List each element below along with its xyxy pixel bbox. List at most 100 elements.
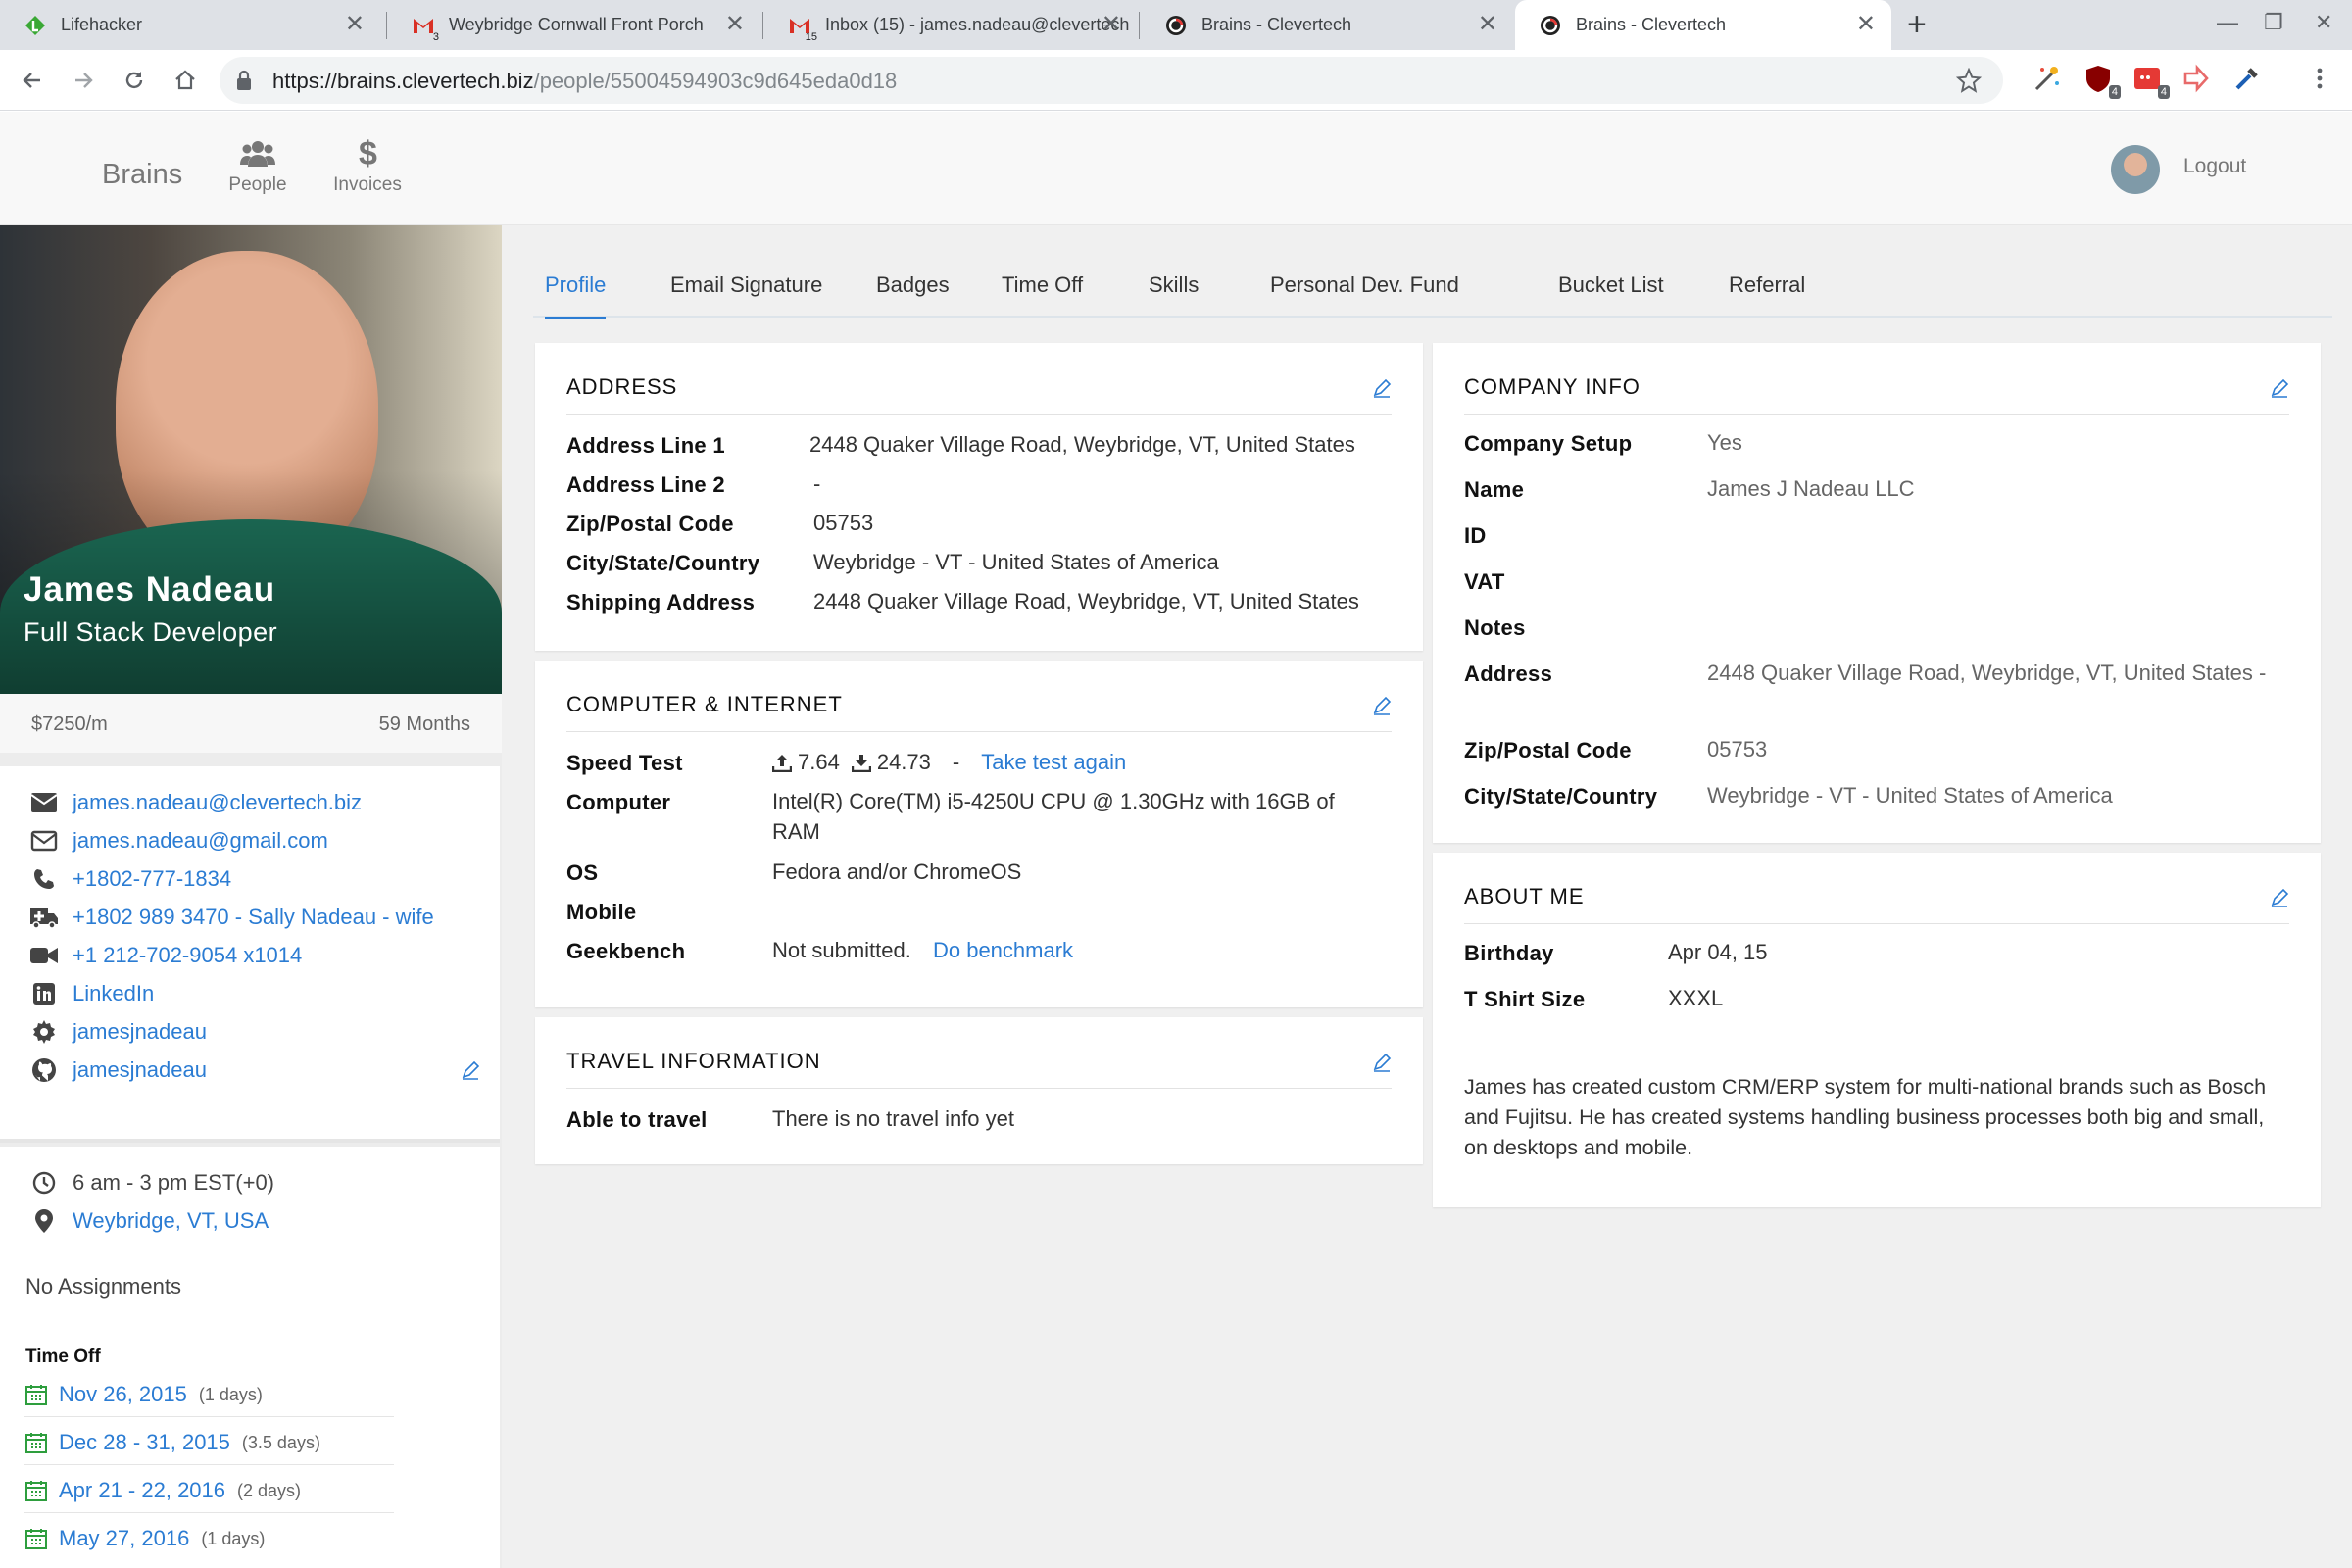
tenure: 59 Months — [378, 713, 470, 735]
retest-link[interactable]: Take test again — [981, 747, 1126, 777]
nav-people[interactable]: People — [204, 133, 312, 196]
contact-email-work[interactable]: james.nadeau@clevertech.biz — [29, 788, 362, 817]
tab-email-signature[interactable]: Email Signature — [670, 272, 822, 298]
edit-computer-icon[interactable] — [1372, 696, 1392, 715]
extension-red-badge-icon[interactable]: 4 — [2132, 64, 2170, 99]
clevertech-icon — [1164, 14, 1188, 37]
browser-tab-lifehacker[interactable]: Lifehacker ✕ — [0, 0, 380, 50]
eyedropper-icon[interactable] — [2232, 64, 2264, 95]
back-button[interactable] — [16, 64, 49, 97]
ambulance-icon — [29, 906, 59, 929]
edit-company-icon[interactable] — [2270, 378, 2289, 398]
location-link[interactable]: Weybridge, VT, USA — [29, 1206, 269, 1236]
tab-skills[interactable]: Skills — [1149, 272, 1199, 298]
main-content: Profile Email Signature Badges Time Off … — [502, 225, 2352, 1568]
edit-address-icon[interactable] — [1372, 378, 1392, 398]
field-label: T Shirt Size — [1464, 987, 1586, 1011]
field-label: Address Line 2 — [566, 472, 725, 497]
field-value: Apr 04, 15 — [1668, 940, 1768, 964]
field-value: Yes — [1707, 430, 1742, 455]
browser-tab-brains[interactable]: Brains - Clevertech ✕ — [1141, 0, 1513, 50]
field-value: - — [813, 471, 821, 496]
divider — [24, 1512, 394, 1513]
tab-personal-dev-fund[interactable]: Personal Dev. Fund — [1270, 272, 1459, 298]
geekbench-values: Not submitted. Do benchmark — [772, 938, 1074, 962]
brand-link[interactable]: Brains — [102, 159, 182, 191]
window-close-button[interactable]: ✕ — [2315, 10, 2332, 35]
nav-invoices[interactable]: $ Invoices — [314, 133, 421, 196]
reload-icon — [125, 72, 143, 89]
time-off-entry[interactable]: May 27, 2016 (1 days) — [25, 1524, 265, 1553]
forward-button[interactable] — [67, 64, 100, 97]
home-button[interactable] — [169, 64, 202, 97]
field-label: VAT — [1464, 569, 1505, 594]
about-title: ABOUT ME — [1464, 884, 1585, 908]
tab-time-off[interactable]: Time Off — [1002, 272, 1083, 298]
contact-emergency[interactable]: +1802 989 3470 - Sally Nadeau - wife — [29, 903, 434, 932]
close-tab-icon[interactable]: ✕ — [345, 13, 365, 36]
tab-bucket-list[interactable]: Bucket List — [1558, 272, 1664, 298]
linkedin-icon — [29, 982, 59, 1005]
time-off-entry[interactable]: Apr 21 - 22, 2016 (2 days) — [25, 1476, 301, 1505]
calendar-icon — [25, 1528, 47, 1549]
contact-github[interactable]: jamesjnadeau — [29, 1055, 207, 1085]
calendar-icon — [25, 1480, 47, 1501]
contact-email-personal[interactable]: james.nadeau@gmail.com — [29, 826, 328, 856]
contact-phone[interactable]: +1802-777-1834 — [29, 864, 231, 894]
divider — [566, 731, 1392, 732]
close-tab-icon[interactable]: ✕ — [1478, 13, 1497, 36]
arrow-left-icon — [23, 73, 40, 88]
close-tab-icon[interactable]: ✕ — [725, 13, 745, 36]
tab-divider — [386, 12, 387, 39]
time-off-card: Time Off Nov 26, 2015 (1 days) Dec 28 - 3… — [0, 1323, 500, 1568]
upload-icon — [772, 753, 792, 772]
edit-travel-icon[interactable] — [1372, 1053, 1392, 1072]
profile-name: James Nadeau — [24, 570, 276, 609]
minimize-button[interactable]: — — [2217, 10, 2238, 35]
close-tab-icon[interactable]: ✕ — [1102, 13, 1121, 36]
bookmark-star-icon[interactable] — [1956, 68, 1982, 93]
divider — [24, 1464, 394, 1465]
contact-skype[interactable]: jamesjnadeau — [29, 1017, 207, 1047]
divider — [1464, 414, 2289, 415]
tab-referral[interactable]: Referral — [1729, 272, 1805, 298]
restore-button[interactable]: ❐ — [2264, 10, 2283, 35]
benchmark-link[interactable]: Do benchmark — [933, 938, 1073, 962]
travel-card: TRAVEL INFORMATION Able to travel There … — [535, 1017, 1423, 1164]
divider — [24, 1416, 394, 1417]
browser-tab-gmail-porch[interactable]: 3 Weybridge Cornwall Front Porch ✕ — [388, 0, 760, 50]
address-card: ADDRESS Address Line 1 2448 Quaker Villa… — [535, 343, 1423, 651]
time-off-entry[interactable]: Dec 28 - 31, 2015 (3.5 days) — [25, 1428, 320, 1457]
contact-card: james.nadeau@clevertech.biz james.nadeau… — [0, 766, 500, 1143]
close-tab-icon[interactable]: ✕ — [1856, 13, 1876, 36]
users-icon — [204, 133, 312, 169]
field-value: 05753 — [1707, 737, 1768, 761]
field-label: Name — [1464, 477, 1525, 502]
contact-linkedin[interactable]: LinkedIn — [29, 979, 154, 1008]
reload-button[interactable] — [118, 64, 151, 97]
tab-badges[interactable]: Badges — [876, 272, 950, 298]
field-value: There is no travel info yet — [772, 1106, 1015, 1131]
edit-about-icon[interactable] — [2270, 888, 2289, 907]
bio-text: James has created custom CRM/ERP system … — [1464, 1075, 2267, 1159]
tab-profile[interactable]: Profile — [545, 272, 607, 319]
contact-video[interactable]: +1 212-702-9054 x1014 — [29, 941, 302, 970]
ublock-shield-icon[interactable]: 4 — [2083, 64, 2121, 99]
logout-link[interactable]: Logout — [2183, 155, 2246, 178]
browser-tab-gmail-inbox[interactable]: 15 Inbox (15) - james.nadeau@clevertech … — [764, 0, 1137, 50]
field-label: Address Line 1 — [566, 433, 725, 458]
browser-tab-brains-active[interactable]: Brains - Clevertech ✕ — [1515, 0, 1891, 50]
edit-contact-icon[interactable] — [461, 1060, 480, 1080]
computer-title: COMPUTER & INTERNET — [566, 692, 843, 716]
profile-sidebar: James Nadeau Full Stack Developer $7250/… — [0, 225, 502, 1568]
time-off-entry[interactable]: Nov 26, 2015 (1 days) — [25, 1380, 263, 1409]
address-bar[interactable]: https://brains.clevertech.biz/people/550… — [220, 57, 2003, 104]
extension-magic-icon[interactable] — [2033, 64, 2064, 95]
field-value: Fedora and/or ChromeOS — [772, 859, 1022, 884]
extension-arrow-icon[interactable] — [2181, 64, 2213, 95]
svg-text:$: $ — [359, 135, 377, 169]
browser-menu-icon[interactable] — [2305, 64, 2336, 95]
user-avatar[interactable] — [2111, 145, 2160, 194]
new-tab-button[interactable]: + — [1907, 8, 1927, 41]
address-title: ADDRESS — [566, 374, 678, 399]
